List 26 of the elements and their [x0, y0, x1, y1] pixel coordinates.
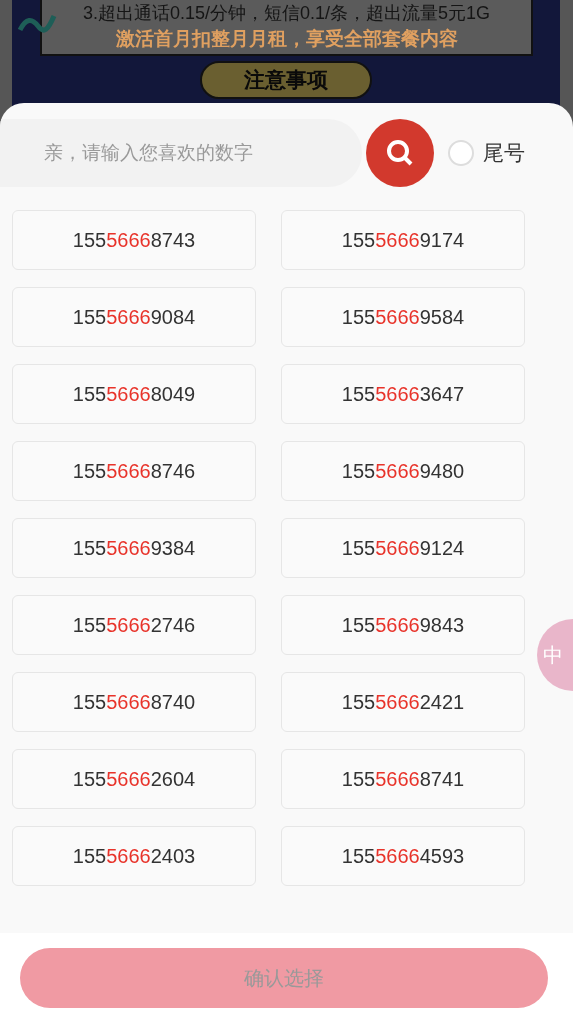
phone-number-option[interactable]: 15556662421	[281, 672, 525, 732]
search-icon	[385, 137, 415, 168]
phone-number-option[interactable]: 15556669084	[12, 287, 256, 347]
section-title: 注意事项	[200, 61, 372, 99]
phone-number-option[interactable]: 15556662746	[12, 595, 256, 655]
phone-number-option[interactable]: 15556668049	[12, 364, 256, 424]
note-text: 激活首月扣整月月租，享受全部套餐内容	[114, 27, 459, 51]
phone-number-option[interactable]: 15556669843	[281, 595, 525, 655]
phone-number-option[interactable]: 15556664593	[281, 826, 525, 886]
phone-number-option[interactable]: 15556668741	[281, 749, 525, 809]
search-field[interactable]: 亲，请输入您喜欢的数字	[0, 118, 362, 187]
phone-number-option[interactable]: 15556669480	[281, 441, 525, 501]
phone-number-option[interactable]: 15556668743	[12, 210, 256, 270]
note-text: 3.超出通话0.15/分钟，短信0.1/条，超出流量5元1G	[81, 2, 492, 25]
phone-number-option[interactable]: 15556662403	[12, 826, 256, 886]
phone-number-option[interactable]: 15556669124	[281, 518, 525, 578]
phone-number-option[interactable]: 15556669384	[12, 518, 256, 578]
phone-number-option[interactable]: 15556669174	[281, 210, 525, 270]
phone-number-option[interactable]: 15556662604	[12, 749, 256, 809]
phone-number-option[interactable]: 15556663647	[281, 364, 525, 424]
phone-number-option[interactable]: 15556668740	[12, 672, 256, 732]
phone-number-option[interactable]: 15556668746	[12, 441, 256, 501]
squiggle-icon	[18, 12, 58, 36]
phone-number-option[interactable]: 15556669584	[281, 287, 525, 347]
radio-button[interactable]	[448, 139, 474, 166]
radio-label: 尾号	[483, 139, 525, 166]
